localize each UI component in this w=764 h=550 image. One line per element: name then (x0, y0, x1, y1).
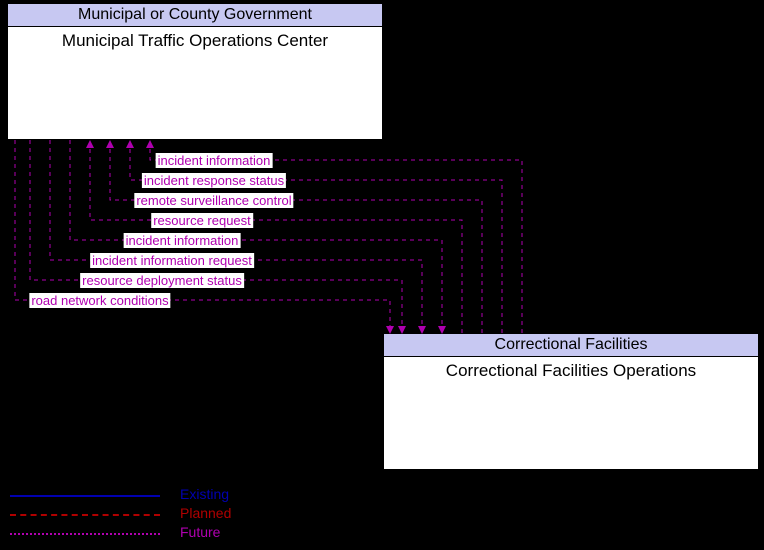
flow-label-incident-response-status: incident response status (142, 173, 286, 188)
entity-municipal-box: Municipal or County Government Municipal… (7, 3, 383, 140)
entity-municipal-header: Municipal or County Government (8, 4, 382, 27)
flow-label-incident-information-out: incident information (124, 233, 241, 248)
legend-existing-label: Existing (180, 486, 229, 502)
legend-future-label: Future (180, 524, 220, 540)
entity-correctional-box: Correctional Facilities Correctional Fac… (383, 333, 759, 470)
flow-label-remote-surveillance-control: remote surveillance control (134, 193, 293, 208)
legend-planned-label: Planned (180, 505, 231, 521)
flow-label-road-network-conditions: road network conditions (29, 293, 170, 308)
entity-correctional-header: Correctional Facilities (384, 334, 758, 357)
legend-existing-line (10, 495, 160, 497)
flow-label-resource-deployment-status: resource deployment status (80, 273, 244, 288)
legend-planned-line (10, 514, 160, 516)
legend-future-line (10, 533, 160, 535)
entity-correctional-body: Correctional Facilities Operations (384, 357, 758, 381)
flow-label-incident-information-request: incident information request (90, 253, 254, 268)
entity-municipal-body: Municipal Traffic Operations Center (8, 27, 382, 51)
flow-label-resource-request: resource request (151, 213, 253, 228)
flow-label-incident-information-in: incident information (156, 153, 273, 168)
